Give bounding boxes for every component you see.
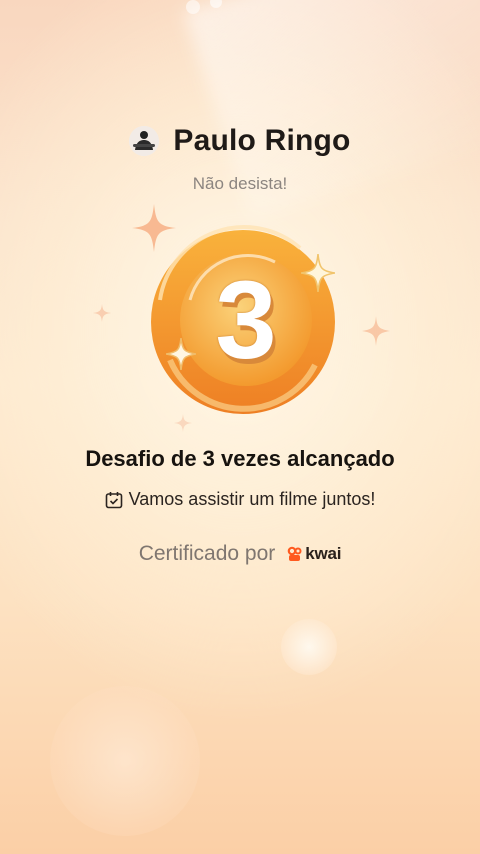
calendar-check-icon <box>105 491 122 508</box>
sparkle-icon <box>174 414 192 432</box>
certification: Certificado por kwai <box>0 542 480 566</box>
task-text: Vamos assistir um filme juntos! <box>128 489 376 509</box>
sparkle-icon <box>93 304 111 322</box>
task-line: Vamos assistir um filme juntos! <box>0 489 480 510</box>
certified-by-label: Certificado por <box>138 542 276 565</box>
sparkle-icon <box>362 316 390 346</box>
brand: kwai <box>287 544 342 564</box>
achievement-title: Desafio de 3 vezes alcançado <box>85 446 395 471</box>
medal-area: 3 <box>0 0 480 854</box>
sparkle-icon <box>166 338 196 370</box>
medal-number: 3 <box>215 259 277 382</box>
sparkle-icon <box>132 204 176 252</box>
sparkle-icon <box>301 254 335 292</box>
brand-name: kwai <box>305 544 342 563</box>
kwai-logo-icon <box>287 546 302 561</box>
